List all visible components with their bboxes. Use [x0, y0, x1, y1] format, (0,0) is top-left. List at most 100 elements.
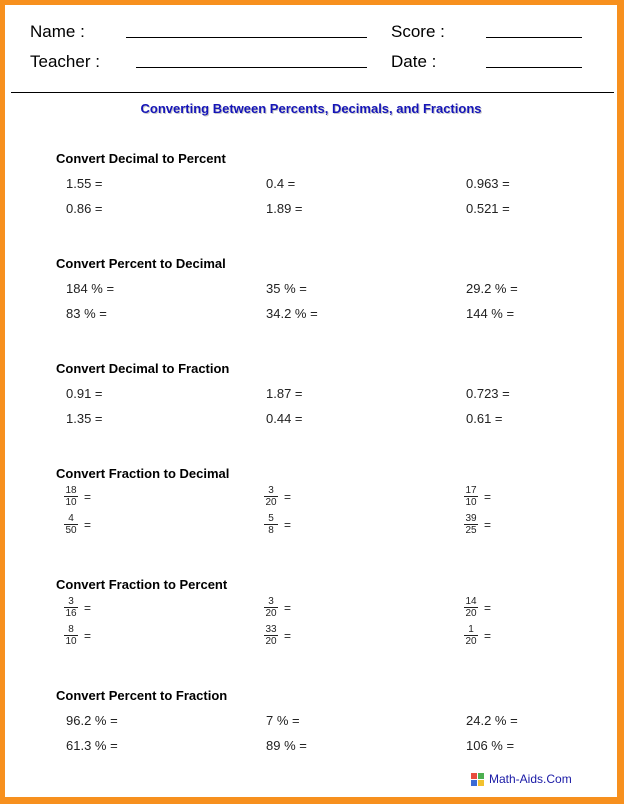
fraction: 14 20 [464, 596, 478, 619]
denominator: 8 [268, 525, 274, 536]
fraction: 58 [264, 513, 278, 536]
fraction: 17 10 [464, 485, 478, 508]
math-aids-logo-icon [471, 772, 484, 786]
fraction-problem: 3 20 = [264, 485, 291, 508]
problem: 61.3 % = [66, 738, 118, 753]
numerator: 3 [68, 596, 74, 607]
fraction-problem: 14 20 = [464, 596, 491, 619]
fraction-problem: 3 16 = [64, 596, 91, 619]
fraction-problem: 5 8 = [264, 513, 291, 536]
fraction: 3 20 [264, 485, 278, 508]
teacher-label: Teacher : [30, 52, 100, 71]
numerator: 3 [268, 596, 274, 607]
equals-sign: = [284, 489, 292, 504]
fraction: 3 20 [264, 596, 278, 619]
numerator: 17 [465, 485, 477, 496]
problem: 96.2 % = [66, 713, 118, 728]
score-field-line[interactable] [486, 37, 582, 38]
worksheet-title: Converting Between Percents, Decimals, a… [140, 101, 482, 116]
fraction-problem: 17 10 = [464, 485, 491, 508]
logo-text: Math-Aids.Com [489, 772, 572, 786]
section-title: Convert Fraction to Percent [56, 577, 228, 592]
numerator: 33 [265, 624, 277, 635]
problem: 24.2 % = [466, 713, 518, 728]
denominator: 20 [465, 636, 477, 647]
fraction-problem: 1 20 = [464, 624, 491, 647]
numerator: 18 [65, 485, 77, 496]
fraction-problem: 39 25 = [464, 513, 491, 536]
fraction: 4 50 [64, 513, 78, 536]
date-field-line[interactable] [486, 67, 582, 68]
name-label: Name : [30, 22, 85, 41]
numerator: 14 [465, 596, 477, 607]
denominator: 20 [265, 497, 277, 508]
problem: 0.723 = [466, 386, 510, 401]
denominator: 25 [465, 525, 477, 536]
fraction: 3 16 [64, 596, 78, 619]
problem: 144 % = [466, 306, 515, 321]
problem: 0.61 = [466, 411, 503, 426]
equals-sign: = [84, 489, 92, 504]
problem: 0.4 = [266, 176, 296, 191]
equals-sign: = [284, 517, 292, 532]
problem: 35 % = [266, 281, 307, 296]
fraction-problem: 33 20 = [264, 624, 291, 647]
denominator: 10 [465, 497, 477, 508]
denominator: 10 [65, 636, 77, 647]
equals-sign: = [284, 600, 292, 615]
problem: 1.35 = [66, 411, 103, 426]
denominator: 20 [265, 636, 277, 647]
numerator: 8 [68, 624, 74, 635]
numerator: 4 [68, 513, 74, 524]
problem: 0.521 = [466, 201, 510, 216]
section-title: Convert Decimal to Fraction [56, 361, 230, 376]
denominator: 20 [465, 608, 477, 619]
fraction: 39 25 [464, 513, 478, 536]
denominator: 50 [65, 525, 77, 536]
equals-sign: = [484, 600, 492, 615]
equals-sign: = [284, 628, 292, 643]
denominator: 16 [65, 608, 77, 619]
teacher-field-line[interactable] [136, 67, 367, 68]
problem: 89 % = [266, 738, 307, 753]
numerator: 5 [268, 513, 274, 524]
denominator: 20 [265, 608, 277, 619]
problem: 0.963 = [466, 176, 510, 191]
equals-sign: = [484, 628, 492, 643]
problem: 1.55 = [66, 176, 103, 191]
name-field-line[interactable] [126, 37, 367, 38]
section-title: Convert Decimal to Percent [56, 151, 226, 166]
problem: 184 % = [66, 281, 115, 296]
numerator: 3 [268, 485, 274, 496]
problem: 1.87 = [266, 386, 303, 401]
fraction: 18 10 [64, 485, 78, 508]
fraction-problem: 4 50 = [64, 513, 91, 536]
problem: 7 % = [266, 713, 300, 728]
section-title: Convert Fraction to Decimal [56, 466, 230, 481]
numerator: 39 [465, 513, 477, 524]
equals-sign: = [84, 517, 92, 532]
equals-sign: = [84, 628, 92, 643]
score-label: Score : [391, 22, 445, 41]
header-divider [11, 92, 614, 93]
equals-sign: = [484, 517, 492, 532]
section-title: Convert Percent to Fraction [56, 688, 228, 703]
fraction-problem: 8 10 = [64, 624, 91, 647]
equals-sign: = [484, 489, 492, 504]
numerator: 1 [468, 624, 474, 635]
problem: 0.91 = [66, 386, 103, 401]
section-title: Convert Percent to Decimal [56, 256, 226, 271]
problem: 0.44 = [266, 411, 303, 426]
problem: 29.2 % = [466, 281, 518, 296]
math-aids-logo[interactable]: Math-Aids.Com [471, 772, 572, 786]
fraction-problem: 3 20 = [264, 596, 291, 619]
worksheet-page: Name : Teacher : Score : Date : Converti… [5, 5, 617, 797]
equals-sign: = [84, 600, 92, 615]
fraction: 33 20 [264, 624, 278, 647]
fraction-problem: 18 10 = [64, 485, 91, 508]
problem: 34.2 % = [266, 306, 318, 321]
fraction: 1 20 [464, 624, 478, 647]
problem: 83 % = [66, 306, 107, 321]
problem: 0.86 = [66, 201, 103, 216]
denominator: 10 [65, 497, 77, 508]
